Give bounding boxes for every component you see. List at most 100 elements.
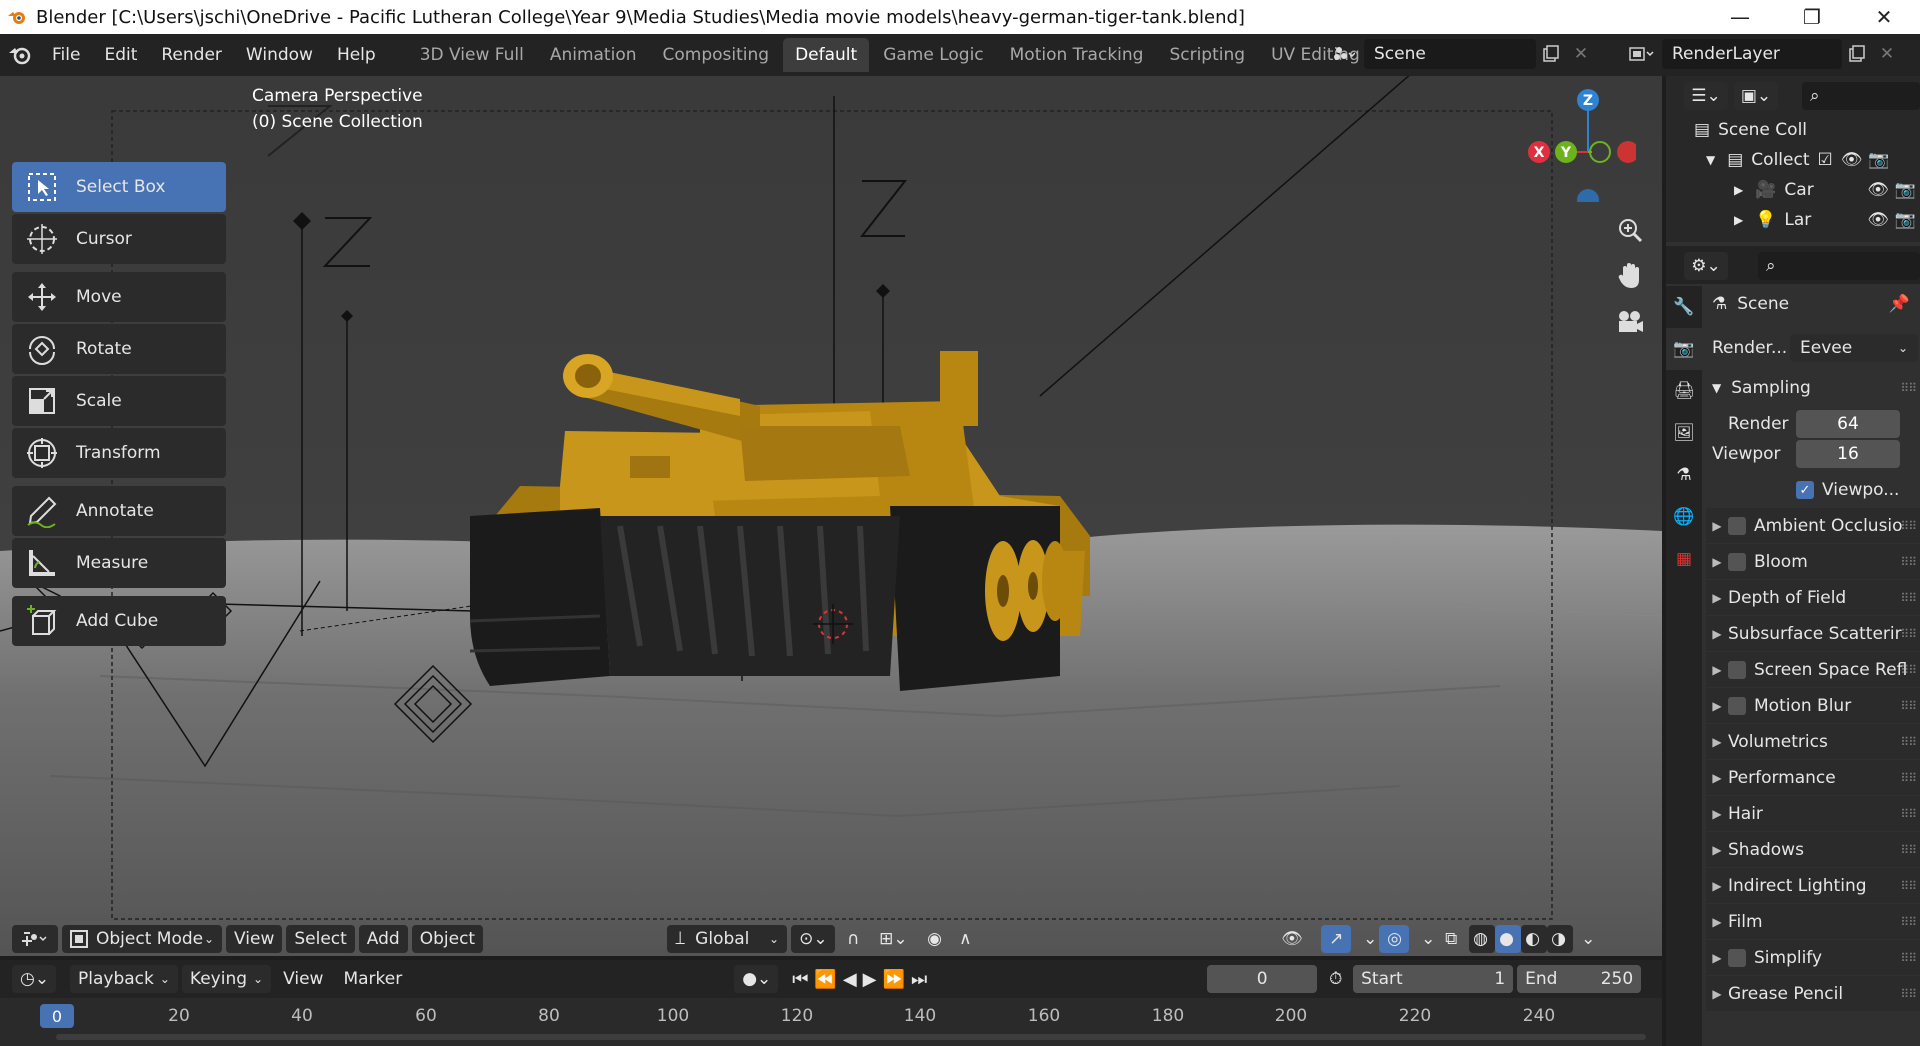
tab-default[interactable]: Default <box>783 38 870 72</box>
chevron-down-icon[interactable]: ⌄ <box>1573 925 1595 953</box>
checkbox-icon[interactable] <box>1728 516 1746 535</box>
proportional-edit-icon[interactable]: ◉ <box>919 925 947 953</box>
output-tab-icon[interactable]: 🖨 <box>1666 370 1702 412</box>
panel-bloom[interactable]: ▶ Bloom ⠿⠿ <box>1706 544 1920 580</box>
render-tab-icon[interactable]: 📷 <box>1666 328 1702 370</box>
snap-increment-icon[interactable]: ⊞⌄ <box>871 925 915 953</box>
menu-render[interactable]: Render <box>149 34 234 76</box>
drag-handle-icon[interactable]: ⠿⠿ <box>1900 519 1917 533</box>
viewport-menu-add[interactable]: Add <box>358 925 408 953</box>
timeline-editor-icon[interactable]: ◷⌄ <box>12 965 56 993</box>
tab-game-logic[interactable]: Game Logic <box>871 38 995 72</box>
object-mode-dropdown[interactable]: Object Mode ⌄ <box>62 925 222 953</box>
panel-film[interactable]: ▶ Film ⠿⠿ <box>1706 904 1920 940</box>
outliner-row-camera[interactable]: ▶ 🎥 Car 👁 📷 <box>1734 176 1920 204</box>
drag-handle-icon[interactable]: ⠿⠿ <box>1900 699 1917 713</box>
zoom-icon[interactable] <box>1612 212 1648 248</box>
new-view-layer-icon[interactable] <box>1842 39 1872 69</box>
jump-start-icon[interactable]: ⏮ <box>792 969 808 990</box>
camera-icon[interactable]: 📷 <box>1895 180 1916 200</box>
prev-keyframe-icon[interactable]: ⏪ <box>814 969 836 990</box>
viewport-menu-object[interactable]: Object <box>411 925 484 953</box>
minimize-button[interactable]: — <box>1704 0 1776 34</box>
pivot-point-icon[interactable]: ⊙⌄ <box>791 925 836 953</box>
timeline-menu-view[interactable]: View <box>275 965 331 993</box>
tab-scripting[interactable]: Scripting <box>1157 38 1257 72</box>
tool-settings-tab-icon[interactable]: 🔧 <box>1666 286 1702 328</box>
render-samples-field[interactable]: 64 <box>1796 410 1900 438</box>
panel-sampling-header[interactable]: ▼ Sampling ⠿⠿ <box>1706 370 1920 406</box>
current-frame-field[interactable]: 0 <box>1207 965 1318 993</box>
drag-handle-icon[interactable]: ⠿⠿ <box>1900 381 1917 395</box>
camera-icon[interactable]: 📷 <box>1895 210 1916 230</box>
viewport-menu-view[interactable]: View <box>226 925 283 953</box>
next-keyframe-icon[interactable]: ⏩ <box>883 969 905 990</box>
solid-shading-icon[interactable]: ● <box>1495 925 1522 953</box>
view-layer-icon[interactable] <box>1626 39 1656 69</box>
navigation-gizmo[interactable]: Z Y X <box>1526 82 1639 211</box>
menu-window[interactable]: Window <box>234 34 325 76</box>
outliner-search-input[interactable]: ⌕ <box>1802 82 1920 110</box>
checkbox-icon[interactable] <box>1728 552 1746 571</box>
delete-view-layer-icon[interactable]: ✕ <box>1872 39 1902 69</box>
timeline-menu-playback[interactable]: Playback ⌄ <box>70 965 178 993</box>
panel-motion-blur[interactable]: ▶ Motion Blur ⠿⠿ <box>1706 688 1920 724</box>
eye-icon[interactable]: 👁 <box>1841 150 1863 170</box>
panel-performance[interactable]: ▶ Performance ⠿⠿ <box>1706 760 1920 796</box>
visibility-icon[interactable]: 👁 <box>1273 925 1317 953</box>
outliner-filter-icon[interactable]: ▣⌄ <box>1734 82 1778 110</box>
falloff-icon[interactable]: ∧ <box>951 925 979 953</box>
chevron-down-icon[interactable]: ⌄ <box>1355 925 1377 953</box>
drag-handle-icon[interactable]: ⠿⠿ <box>1900 987 1917 1001</box>
timeline-menu-keying[interactable]: Keying ⌄ <box>181 965 272 993</box>
panel-simplify[interactable]: ▶ Simplify ⠿⠿ <box>1706 940 1920 976</box>
timeline-scrollbar[interactable] <box>56 1034 1646 1040</box>
3d-viewport[interactable]: Select Box Cursor Move Rotate Scale Tran… <box>0 76 1662 956</box>
view-layer-field[interactable]: RenderLayer <box>1662 39 1842 69</box>
pan-hand-icon[interactable] <box>1612 258 1648 294</box>
jump-end-icon[interactable]: ⏭ <box>911 969 927 990</box>
transform-orientation-dropdown[interactable]: ⟘ Global ⌄ <box>667 925 788 953</box>
play-icon[interactable]: ▶ <box>863 969 877 990</box>
pin-icon[interactable]: 📌 <box>1889 294 1910 314</box>
checkbox-icon[interactable] <box>1728 660 1746 679</box>
properties-editor-icon[interactable]: ⚙⌄ <box>1684 252 1728 280</box>
new-scene-icon[interactable] <box>1536 39 1566 69</box>
blender-menu-icon[interactable] <box>0 34 40 76</box>
outliner-row-scene-collection[interactable]: ▤ Scene Coll <box>1694 116 1807 144</box>
panel-hair[interactable]: ▶ Hair ⠿⠿ <box>1706 796 1920 832</box>
outliner-display-mode-icon[interactable]: ☰⌄ <box>1684 82 1728 110</box>
outliner-row-lamp[interactable]: ▶ 💡 Lar 👁 📷 <box>1734 206 1920 234</box>
drag-handle-icon[interactable]: ⠿⠿ <box>1900 627 1917 641</box>
editor-type-icon[interactable] <box>12 925 58 953</box>
tool-transform[interactable]: Transform <box>12 428 226 478</box>
panel-shadows[interactable]: ▶ Shadows ⠿⠿ <box>1706 832 1920 868</box>
close-button[interactable]: ✕ <box>1848 0 1920 34</box>
scene-tab-icon[interactable]: ⚗ <box>1666 454 1702 496</box>
panel-volumetrics[interactable]: ▶ Volumetrics ⠿⠿ <box>1706 724 1920 760</box>
tool-scale[interactable]: Scale <box>12 376 226 426</box>
viewport-samples-field[interactable]: 16 <box>1796 440 1900 468</box>
camera-view-icon[interactable] <box>1612 304 1648 340</box>
tool-annotate[interactable]: Annotate <box>12 486 226 536</box>
tab-animation[interactable]: Animation <box>538 38 649 72</box>
tool-add-cube[interactable]: Add Cube <box>12 596 226 646</box>
material-shading-icon[interactable]: ◐ <box>1521 925 1548 953</box>
drag-handle-icon[interactable]: ⠿⠿ <box>1900 879 1917 893</box>
panel-depth-of-field[interactable]: ▶ Depth of Field ⠿⠿ <box>1706 580 1920 616</box>
scene-name-field[interactable]: Scene <box>1364 39 1536 69</box>
xray-toggle-icon[interactable]: ⧉ <box>1437 925 1465 953</box>
render-engine-dropdown[interactable]: Eevee ⌄ <box>1790 334 1918 362</box>
checkbox-icon[interactable]: ☑ <box>1818 150 1833 170</box>
record-keyframe-icon[interactable]: ●⌄ <box>734 965 779 993</box>
current-frame-indicator[interactable]: 0 <box>40 1004 74 1028</box>
world-tab-icon[interactable]: 🌐 <box>1666 496 1702 538</box>
drag-handle-icon[interactable]: ⠿⠿ <box>1900 807 1917 821</box>
outliner-row-collection[interactable]: ▼ ▤ Collect ☑ 👁 📷 <box>1706 146 1920 174</box>
menu-help[interactable]: Help <box>325 34 388 76</box>
viewport-menu-select[interactable]: Select <box>286 925 355 953</box>
panel-screen-space-reflections[interactable]: ▶ Screen Space Refl ⠿⠿ <box>1706 652 1920 688</box>
delete-scene-icon[interactable]: ✕ <box>1566 39 1596 69</box>
tab-motion-tracking[interactable]: Motion Tracking <box>998 38 1156 72</box>
tool-measure[interactable]: Measure <box>12 538 226 588</box>
